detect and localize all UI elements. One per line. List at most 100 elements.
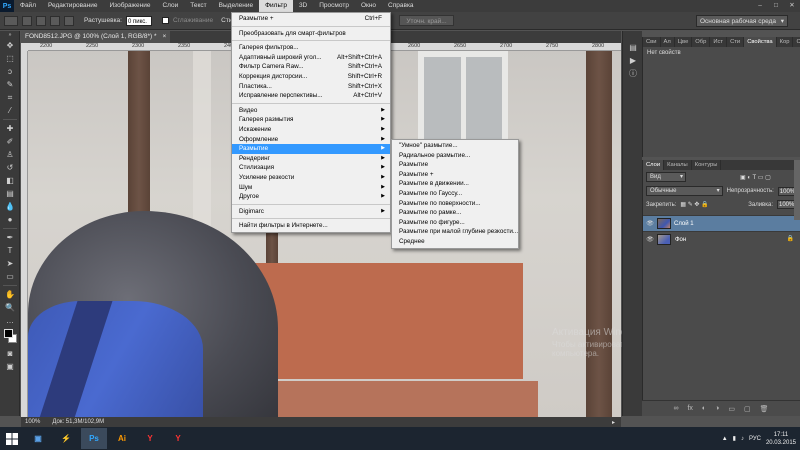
feather-input[interactable]: 0 пикс. [125, 15, 152, 26]
new-selection-icon[interactable] [22, 15, 32, 26]
refine-edge-button[interactable]: Уточн. край... [399, 15, 454, 26]
panel-tab[interactable]: Кор [777, 37, 794, 47]
blur-menu-item[interactable]: Размытие по Гауссу... [392, 189, 518, 199]
rectangle-tool-icon[interactable]: ▭ [0, 270, 20, 283]
blur-menu-item[interactable]: "Умное" размытие... [392, 141, 518, 151]
filter-menu-item[interactable]: Пластика... Shift+Ctrl+X [232, 82, 390, 92]
panel-tab[interactable]: Сви [643, 37, 661, 47]
blur-tool-icon[interactable]: 💧 [0, 200, 20, 213]
blur-menu-item[interactable]: Среднее [392, 237, 518, 247]
quick-selection-icon[interactable]: ✎ [0, 78, 20, 91]
filter-menu-item[interactable]: Шум ▶ [232, 183, 390, 193]
menu-2[interactable]: Изображение [104, 0, 157, 12]
blur-menu-item[interactable]: Размытие по фигуре... [392, 218, 518, 228]
panel-tab[interactable]: Цве [675, 37, 693, 47]
hand-tool-icon[interactable]: ✋ [0, 288, 20, 301]
history-panel-icon[interactable]: ▤ [623, 41, 643, 54]
intersect-selection-icon[interactable] [64, 15, 74, 26]
filter-menu-item[interactable]: Преобразовать для смарт-фильтров [232, 29, 390, 39]
add-selection-icon[interactable] [36, 15, 46, 26]
blur-menu-item[interactable]: Размытие + [392, 170, 518, 180]
panel-tab[interactable]: Обр [692, 37, 711, 47]
gradient-tool-icon[interactable]: ▤ [0, 187, 20, 200]
menu-0[interactable]: Файл [14, 0, 42, 12]
filter-menu-item[interactable]: Исправление перспективы... Alt+Ctrl+V [232, 91, 390, 101]
close-button[interactable]: ✕ [784, 0, 800, 12]
color-swatches[interactable] [0, 327, 20, 347]
layers-footer-icon[interactable]: ∞ [673, 405, 678, 412]
filter-menu-item[interactable]: Размытие + Ctrl+F [232, 14, 390, 24]
menu-10[interactable]: Справка [382, 0, 420, 12]
blend-mode-select[interactable]: Обычные [646, 186, 723, 196]
eraser-tool-icon[interactable]: ◧ [0, 174, 20, 187]
menu-9[interactable]: Окно [355, 0, 382, 12]
path-selection-icon[interactable]: ➤ [0, 257, 20, 270]
taskbar-illustrator-icon[interactable]: Ai [109, 428, 135, 449]
volume-icon[interactable]: ♪ [741, 436, 744, 442]
blur-menu-item[interactable]: Размытие по рамке... [392, 208, 518, 218]
edit-toolbar-icon[interactable]: … [0, 314, 20, 327]
taskbar-yandex-icon[interactable]: Y [137, 428, 163, 449]
clone-stamp-icon[interactable]: ♙ [0, 148, 20, 161]
history-brush-icon[interactable]: ↺ [0, 161, 20, 174]
info-panel-icon[interactable]: ⓘ [623, 67, 643, 80]
menu-1[interactable]: Редактирование [42, 0, 104, 12]
document-tab[interactable]: FOND8512.JPG @ 100% (Слой 1, RGB/8*) * × [21, 31, 171, 43]
filter-menu-item[interactable]: Галерея фильтров... [232, 43, 390, 53]
taskbar-winamp-icon[interactable]: ⚡ [53, 428, 79, 449]
antialias-checkbox[interactable] [161, 17, 169, 24]
blur-menu-item[interactable]: Размытие в движении... [392, 179, 518, 189]
language-indicator[interactable]: РУС [749, 436, 761, 442]
blur-menu-item[interactable]: Размытие по поверхности... [392, 199, 518, 209]
menu-5[interactable]: Выделение [213, 0, 259, 12]
filter-menu-item[interactable]: Искажение ▶ [232, 125, 390, 135]
maximize-button[interactable]: □ [768, 0, 784, 12]
panel-tab[interactable]: Сте [793, 37, 800, 47]
blur-menu-item[interactable]: Размытие при малой глубине резкости... [392, 227, 518, 237]
zoom-tool-icon[interactable]: 🔍 [0, 301, 20, 314]
filter-menu-item[interactable]: Галерея размытия ▶ [232, 115, 390, 125]
layers-footer-icon[interactable]: ◐ [702, 405, 706, 412]
blur-menu-item[interactable]: Размытие [392, 160, 518, 170]
quick-mask-icon[interactable]: ◙ [0, 347, 20, 360]
taskbar-yandex-browser-icon[interactable]: Y [165, 428, 191, 449]
layers-footer-icon[interactable]: fx [687, 405, 692, 412]
filter-menu-item[interactable]: Коррекция дисторсии... Shift+Ctrl+R [232, 72, 390, 82]
panel-tab[interactable]: Свойства [744, 37, 777, 47]
workspace-select[interactable]: Основная рабочая среда [696, 15, 788, 27]
type-tool-icon[interactable]: T [0, 244, 20, 257]
actions-panel-icon[interactable]: ▶ [623, 54, 643, 67]
menu-7[interactable]: 3D [293, 0, 313, 12]
brush-tool-icon[interactable]: ✐ [0, 135, 20, 148]
filter-icons[interactable]: ▣ ◐ T ▭ ▢ [740, 174, 771, 181]
filter-menu-item[interactable]: Видео ▶ [232, 106, 390, 116]
lock-icons[interactable]: ▦ ✎ ✥ 🔒 [680, 201, 708, 208]
menu-3[interactable]: Слои [156, 0, 184, 12]
minimize-button[interactable]: – [752, 0, 768, 12]
panel-tab[interactable]: Сти [727, 37, 745, 47]
layer-row[interactable]: 👁 Слой 1 [643, 215, 800, 231]
crop-tool-icon[interactable]: ⌗ [0, 91, 20, 104]
filter-menu-item[interactable]: Digimarc ▶ [232, 207, 390, 217]
zoom-level[interactable]: 100% [25, 419, 40, 425]
marquee-tool-preset-icon[interactable] [4, 15, 18, 26]
pen-tool-icon[interactable]: ✒ [0, 231, 20, 244]
panel-tab[interactable]: Ал [661, 37, 675, 47]
lasso-tool-icon[interactable]: ↄ [0, 65, 20, 78]
filter-menu-item[interactable]: Рендеринг ▶ [232, 154, 390, 164]
spot-healing-icon[interactable]: ✚ [0, 122, 20, 135]
layers-footer-icon[interactable]: ▢ [744, 405, 751, 413]
menu-4[interactable]: Текст [184, 0, 212, 12]
taskbar-explorer-icon[interactable]: ▣ [25, 428, 51, 449]
filter-menu-item[interactable]: Найти фильтры в Интернете... [232, 221, 390, 231]
layer-row[interactable]: 👁 Фон 🔒 [643, 231, 800, 247]
clock[interactable]: 17:11 20.03.2015 [766, 431, 796, 447]
network-icon[interactable]: ▮ [733, 435, 736, 442]
filter-menu-item[interactable]: Адаптивный широкий угол... Alt+Shift+Ctrl… [232, 53, 390, 63]
menu-6[interactable]: Фильтр [259, 0, 293, 12]
layers-tab[interactable]: Контуры [692, 160, 722, 170]
filter-menu-item[interactable]: Стилизация ▶ [232, 163, 390, 173]
filter-menu-item[interactable]: Фильтр Camera Raw... Shift+Ctrl+A [232, 62, 390, 72]
start-button[interactable] [0, 427, 24, 450]
layers-footer-icon[interactable]: ▭ [728, 405, 735, 413]
